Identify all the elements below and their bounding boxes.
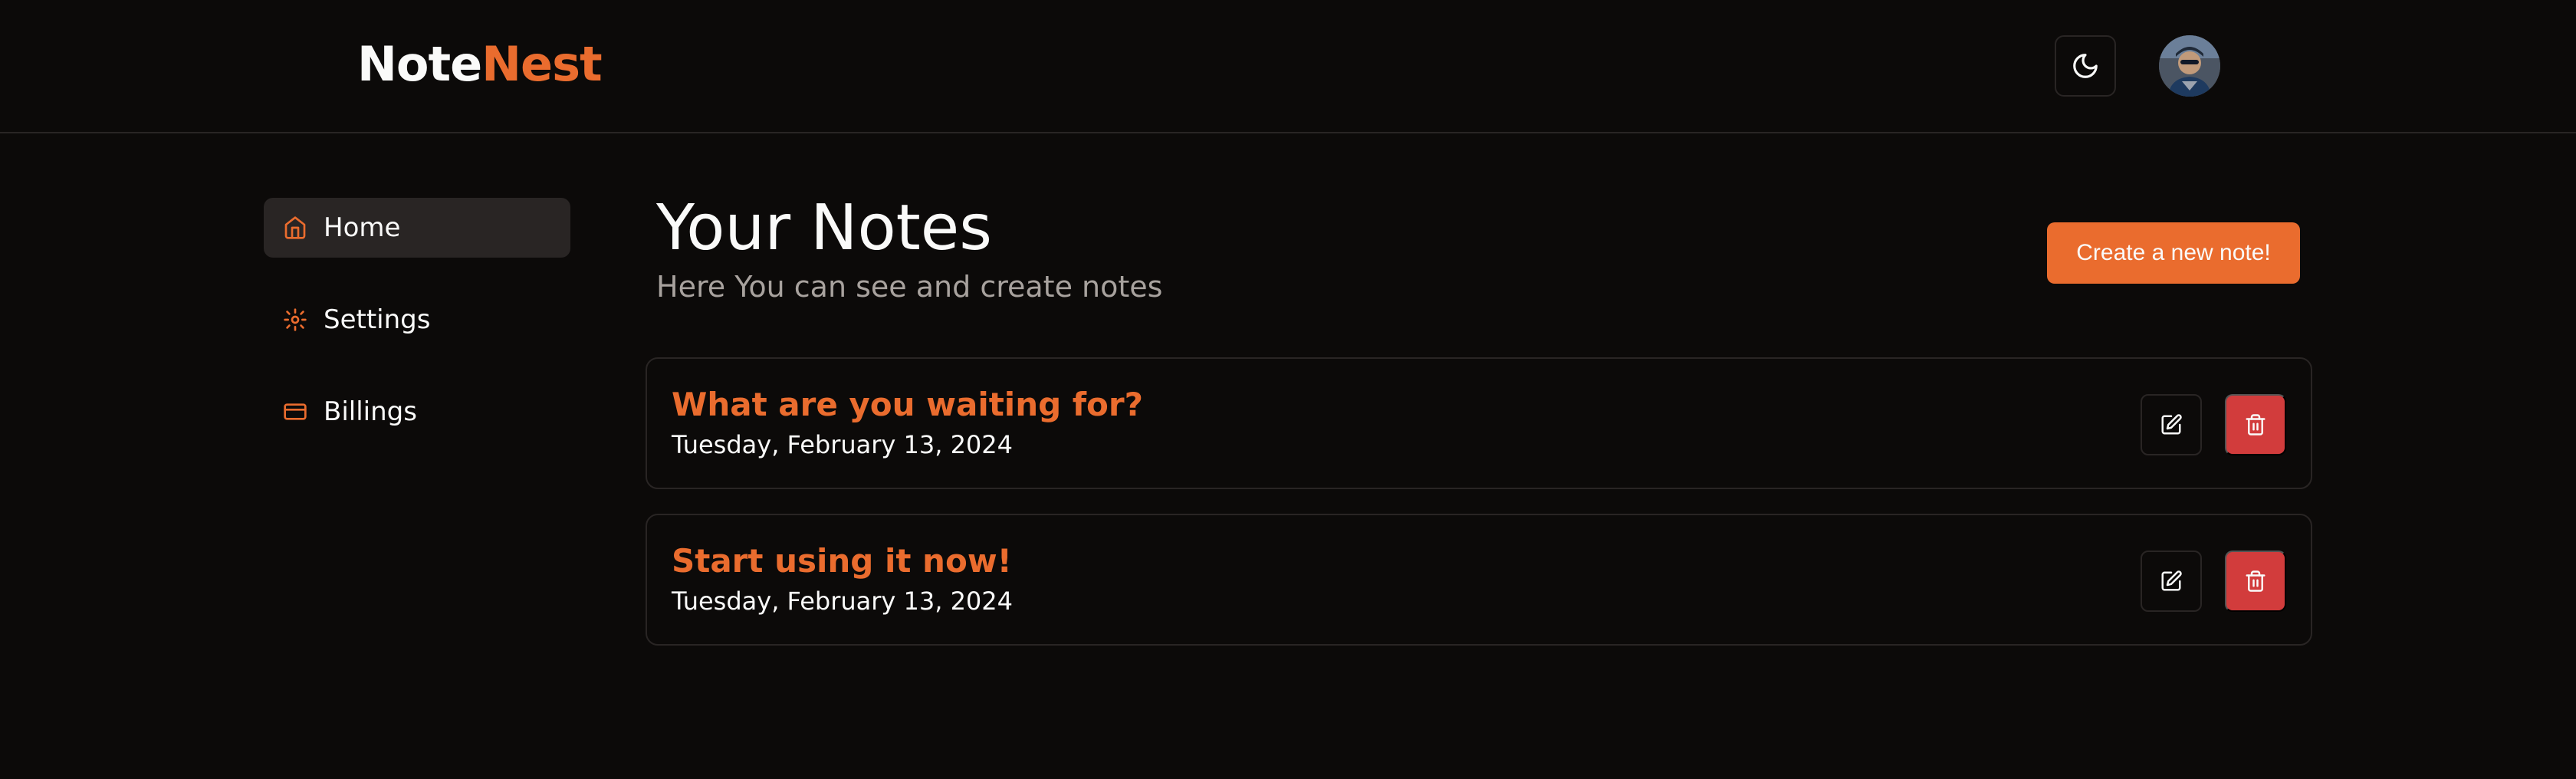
- note-date: Tuesday, February 13, 2024: [672, 430, 1013, 459]
- notes-list: What are you waiting for? Tuesday, Febru…: [646, 357, 2312, 670]
- trash-icon: [2246, 414, 2266, 436]
- sidebar-item-label: Home: [324, 212, 401, 243]
- page-title: Your Notes: [656, 192, 992, 265]
- moon-icon: [2073, 54, 2098, 78]
- note-date: Tuesday, February 13, 2024: [672, 587, 1013, 616]
- edit-icon: [2161, 570, 2182, 591]
- delete-note-button[interactable]: [2225, 551, 2286, 612]
- top-header: NoteNest: [0, 0, 2576, 133]
- gear-icon: [282, 307, 308, 333]
- delete-note-button[interactable]: [2225, 394, 2286, 455]
- theme-toggle-button[interactable]: [2055, 35, 2116, 97]
- note-card: Start using it now! Tuesday, February 13…: [646, 514, 2312, 646]
- sidebar-item-label: Settings: [324, 304, 431, 335]
- note-title[interactable]: What are you waiting for?: [672, 385, 1143, 425]
- edit-note-button[interactable]: [2141, 551, 2202, 612]
- sidebar-item-billings[interactable]: Billings: [264, 382, 570, 442]
- logo-text-note: Note: [357, 36, 482, 92]
- sidebar-nav: Home Settings Billings: [264, 198, 570, 474]
- sidebar-item-home[interactable]: Home: [264, 198, 570, 258]
- app-logo[interactable]: NoteNest: [357, 34, 603, 95]
- create-note-button[interactable]: Create a new note!: [2047, 222, 2300, 284]
- edit-note-button[interactable]: [2141, 394, 2202, 455]
- sidebar-item-label: Billings: [324, 396, 417, 427]
- user-avatar[interactable]: [2159, 35, 2220, 97]
- note-card: What are you waiting for? Tuesday, Febru…: [646, 357, 2312, 489]
- edit-icon: [2161, 414, 2182, 435]
- credit-card-icon: [282, 399, 308, 425]
- trash-icon: [2246, 570, 2266, 592]
- home-icon: [282, 215, 308, 241]
- page-subtitle: Here You can see and create notes: [656, 270, 1163, 304]
- sidebar-item-settings[interactable]: Settings: [264, 290, 570, 350]
- note-title[interactable]: Start using it now!: [672, 541, 1012, 581]
- avatar-image: [2159, 35, 2220, 97]
- logo-text-nest: Nest: [481, 36, 602, 92]
